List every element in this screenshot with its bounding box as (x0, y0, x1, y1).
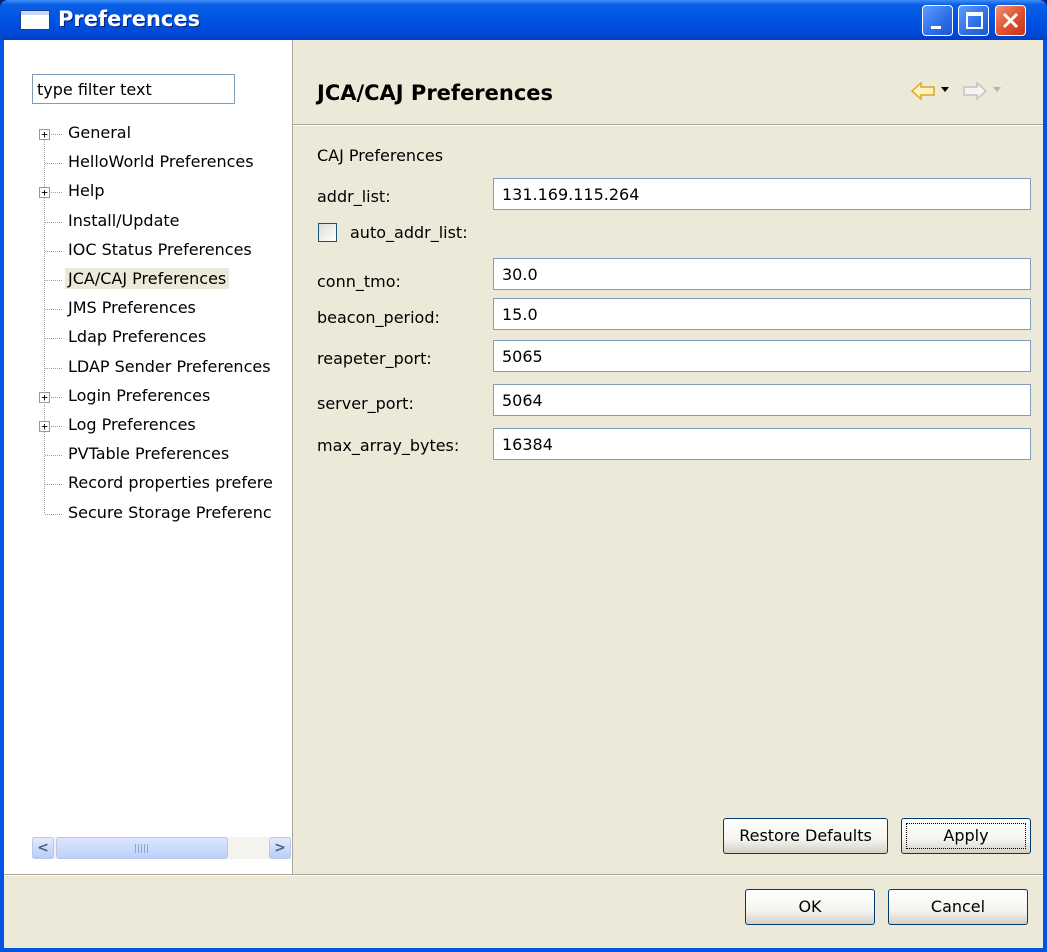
tree-item[interactable]: + Login Preferences (4, 383, 293, 412)
minimize-icon (931, 26, 941, 29)
group-label: CAJ Preferences (317, 146, 444, 165)
forward-dropdown-icon[interactable] (993, 87, 1001, 92)
tree-item-label: General (68, 123, 132, 142)
auto-addr-list-label: auto_addr_list: (350, 223, 468, 242)
server-port-label: server_port: (317, 394, 414, 413)
auto-addr-list-checkbox[interactable] (318, 223, 337, 242)
cancel-label: Cancel (930, 897, 986, 916)
tree-item-label: HelloWorld Preferences (68, 152, 254, 172)
minimize-button[interactable] (922, 5, 953, 36)
ok-label: OK (798, 897, 822, 916)
preferences-tree: + General HelloWorld Preferences + Help Insta… (4, 120, 293, 832)
window-title: Preferences (58, 7, 201, 31)
conn-tmo-label: conn_tmo: (317, 272, 401, 291)
title-bar[interactable]: Preferences (0, 0, 1047, 40)
expand-icon[interactable]: + (39, 421, 50, 432)
tree-item-label: Secure Storage Preferenc (68, 502, 272, 522)
addr-list-label: addr_list: (317, 187, 391, 206)
tree-connector (45, 338, 62, 340)
header-separator (293, 124, 1043, 126)
dialog-client-area: + General HelloWorld Preferences + Help Insta… (4, 40, 1043, 948)
focus-rectangle (906, 823, 1026, 849)
tree-item[interactable]: IOC Status Preferences (4, 237, 293, 266)
tree-item[interactable]: HelloWorld Preferences (4, 149, 293, 178)
filter-input[interactable] (32, 74, 235, 104)
max-array-bytes-field[interactable] (493, 428, 1031, 460)
preferences-window: Preferences + General HelloWorld Preferenc… (0, 0, 1047, 952)
tree-connector (45, 221, 62, 223)
tree-item-label: Log Preferences (68, 415, 196, 434)
tree-item[interactable]: + Help (4, 178, 293, 207)
close-icon (1002, 12, 1019, 29)
expand-icon[interactable]: + (39, 129, 50, 140)
server-port-field[interactable] (493, 384, 1031, 416)
tree-item-label: LDAP Sender Preferences (68, 356, 271, 376)
expand-icon[interactable]: + (39, 187, 50, 199)
conn-tmo-field[interactable] (493, 258, 1031, 290)
tree-item[interactable]: JMS Preferences (4, 295, 293, 324)
tree-item-label: Record properties prefere (68, 473, 273, 493)
page-header: JCA/CAJ Preferences (293, 40, 1043, 124)
tree-connector (45, 484, 62, 486)
tree-item[interactable]: Ldap Preferences (4, 324, 293, 353)
beacon-period-field[interactable] (493, 298, 1031, 330)
maximize-button[interactable] (958, 5, 989, 36)
tree-item[interactable]: + General (4, 120, 293, 149)
tree-connector (45, 163, 62, 165)
chevron-left-icon: < (37, 840, 49, 856)
tree-connector (45, 280, 62, 281)
scroll-left-button[interactable]: < (32, 837, 54, 859)
reapeter-port-field[interactable] (493, 340, 1031, 372)
max-array-bytes-label: max_array_bytes: (317, 436, 460, 455)
grip-icon (135, 844, 149, 853)
page-title: JCA/CAJ Preferences (317, 81, 554, 105)
horizontal-scrollbar[interactable]: < > (32, 837, 291, 859)
restore-defaults-label: Restore Defaults (739, 826, 872, 845)
addr-list-field[interactable] (493, 178, 1031, 210)
tree-item[interactable]: Secure Storage Preferenc (4, 500, 293, 529)
expand-icon[interactable]: + (39, 391, 50, 403)
tree-item[interactable]: + Log Preferences (4, 412, 293, 441)
tree-item-label: Login Preferences (68, 385, 211, 405)
tree-item-label: Ldap Preferences (68, 327, 207, 347)
window-icon (21, 11, 49, 29)
tree-connector (45, 367, 62, 369)
tree-item[interactable]: LDAP Sender Preferences (4, 354, 293, 383)
chevron-right-icon: > (274, 840, 286, 856)
tree-connector (45, 309, 62, 311)
back-dropdown-icon[interactable] (941, 87, 949, 92)
close-button[interactable] (995, 5, 1026, 36)
maximize-icon (966, 12, 983, 29)
ok-button[interactable]: OK (745, 889, 875, 925)
scrollbar-thumb[interactable] (56, 837, 228, 859)
apply-button[interactable]: Apply (901, 818, 1031, 854)
tree-connector (45, 513, 62, 515)
tree-item[interactable]: JCA/CAJ Preferences (4, 266, 293, 295)
tree-item-label: IOC Status Preferences (68, 239, 252, 259)
tree-item[interactable]: Record properties prefere (4, 470, 293, 499)
beacon-period-label: beacon_period: (317, 308, 440, 327)
tree-item-label: Help (68, 181, 105, 201)
tree-connector (45, 455, 62, 457)
restore-defaults-button[interactable]: Restore Defaults (723, 818, 888, 854)
tree-connector (45, 250, 62, 252)
tree-item-label: JCA/CAJ Preferences (65, 268, 230, 289)
cancel-button[interactable]: Cancel (888, 889, 1028, 925)
footer-separator (4, 874, 1043, 876)
preference-page: JCA/CAJ Preferences CAJ Preferences addr… (293, 40, 1043, 874)
tree-item-label: JMS Preferences (68, 298, 196, 318)
tree-item[interactable]: Install/Update (4, 208, 293, 237)
forward-arrow-icon[interactable] (963, 82, 987, 100)
scroll-right-button[interactable]: > (269, 837, 291, 859)
tree-item-label: PVTable Preferences (68, 444, 230, 464)
tree-item-label: Install/Update (68, 210, 180, 230)
reapeter-port-label: reapeter_port: (317, 349, 432, 368)
tree-item[interactable]: PVTable Preferences (4, 441, 293, 470)
back-arrow-icon[interactable] (911, 82, 935, 100)
preferences-tree-pane: + General HelloWorld Preferences + Help Insta… (4, 40, 293, 874)
